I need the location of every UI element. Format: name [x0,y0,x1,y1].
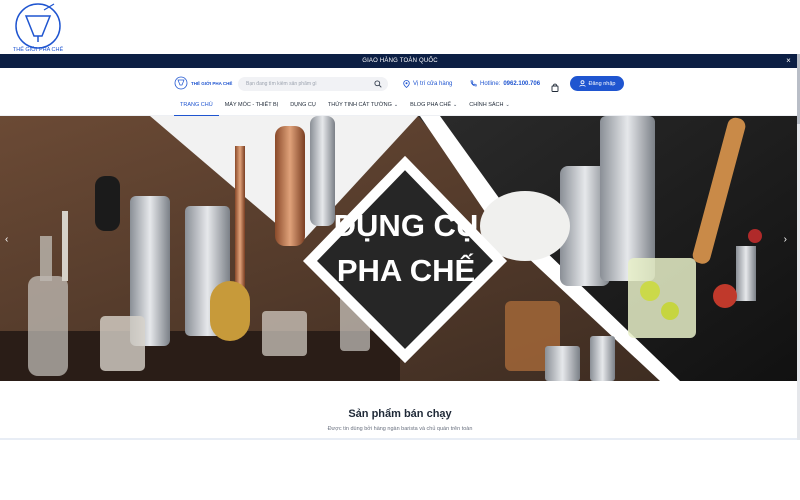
nav-label: DỤNG CỤ [290,102,316,108]
site-logo[interactable]: THẾ GIỚI PHA CHẾ [8,2,68,54]
nav-label: BLOG PHA CHẾ [410,102,452,108]
user-icon [578,80,586,87]
logo-icon: THẾ GIỚI PHA CHẾ [13,3,64,53]
nav-item-home[interactable]: TRANG CHỦ [174,98,219,116]
store-label: Vị trí cửa hàng [413,81,453,87]
nav-label: CHÍNH SÁCH [469,102,504,108]
hero-title-line2: PHA CHẾ [337,253,475,288]
bestsellers-section: Sản phẩm bán chạy Được tin dùng bởi hàng… [0,408,800,432]
header-logo-text: THẾ GIỚI PHA CHẾ [191,80,233,86]
site-header: THẾ GIỚI PHA CHẾ Vị trí cửa hàng Hotline… [0,68,800,116]
main-nav: TRANG CHỦ MÁY MÓC - THIẾT BỊ DỤNG CỤ THỦ… [174,98,516,116]
header-logo[interactable]: THẾ GIỚI PHA CHẾ [174,76,232,90]
chevron-down-icon: ⌄ [393,102,399,108]
announcement-bar: GIAO HÀNG TOÀN QUỐC × [0,54,800,68]
close-icon[interactable]: × [786,56,791,65]
nav-label: TRANG CHỦ [180,102,213,108]
search-icon[interactable] [374,80,382,88]
hotline-label: Hotline: [480,80,501,87]
nav-item-policy[interactable]: CHÍNH SÁCH ⌄ [463,98,515,116]
nav-item-glassware[interactable]: THỦY TINH CÁT TƯỜNG ⌄ [322,98,404,116]
logo-icon [174,76,188,90]
search-bar [238,77,388,91]
chevron-right-icon[interactable]: › [784,234,787,245]
nav-label: THỦY TINH CÁT TƯỜNG [327,102,392,108]
hero-image: DỤNG CỤ PHA CHẾ [0,116,797,381]
hero-banner[interactable]: DỤNG CỤ PHA CHẾ ‹ › [0,116,797,381]
nav-item-tools[interactable]: DỤNG CỤ [284,98,322,116]
announcement-text: GIAO HÀNG TOÀN QUỐC [362,58,438,64]
phone-icon [470,80,477,87]
bestsellers-title: Sản phẩm bán chạy [348,408,452,420]
store-locator-link[interactable]: Vị trí cửa hàng [403,80,452,88]
location-pin-icon [403,80,410,88]
outer-logo-text: THẾ GIỚI PHA CHẾ [13,46,64,53]
section-divider [0,438,800,440]
login-button[interactable]: Đăng nhập [570,76,624,91]
hotline-number: 0962.100.706 [503,80,541,87]
chevron-left-icon[interactable]: ‹ [5,234,8,245]
nav-label: MÁY MÓC - THIẾT BỊ [224,102,279,108]
chevron-down-icon: ⌄ [505,102,510,108]
bestsellers-subtitle: Được tin dùng bởi hàng ngàn barista và c… [327,426,473,432]
bag-icon [551,83,559,92]
chevron-down-icon: ⌄ [453,102,458,108]
cart-button[interactable] [551,79,559,97]
nav-item-machines[interactable]: MÁY MÓC - THIẾT BỊ [219,98,284,116]
hero-title-line1: DỤNG CỤ [334,208,479,243]
login-label: Đăng nhập [588,80,616,87]
search-input[interactable] [246,81,371,87]
hotline-link[interactable]: Hotline: 0962.100.706 [470,80,540,87]
nav-item-blog[interactable]: BLOG PHA CHẾ ⌄ [404,98,463,116]
